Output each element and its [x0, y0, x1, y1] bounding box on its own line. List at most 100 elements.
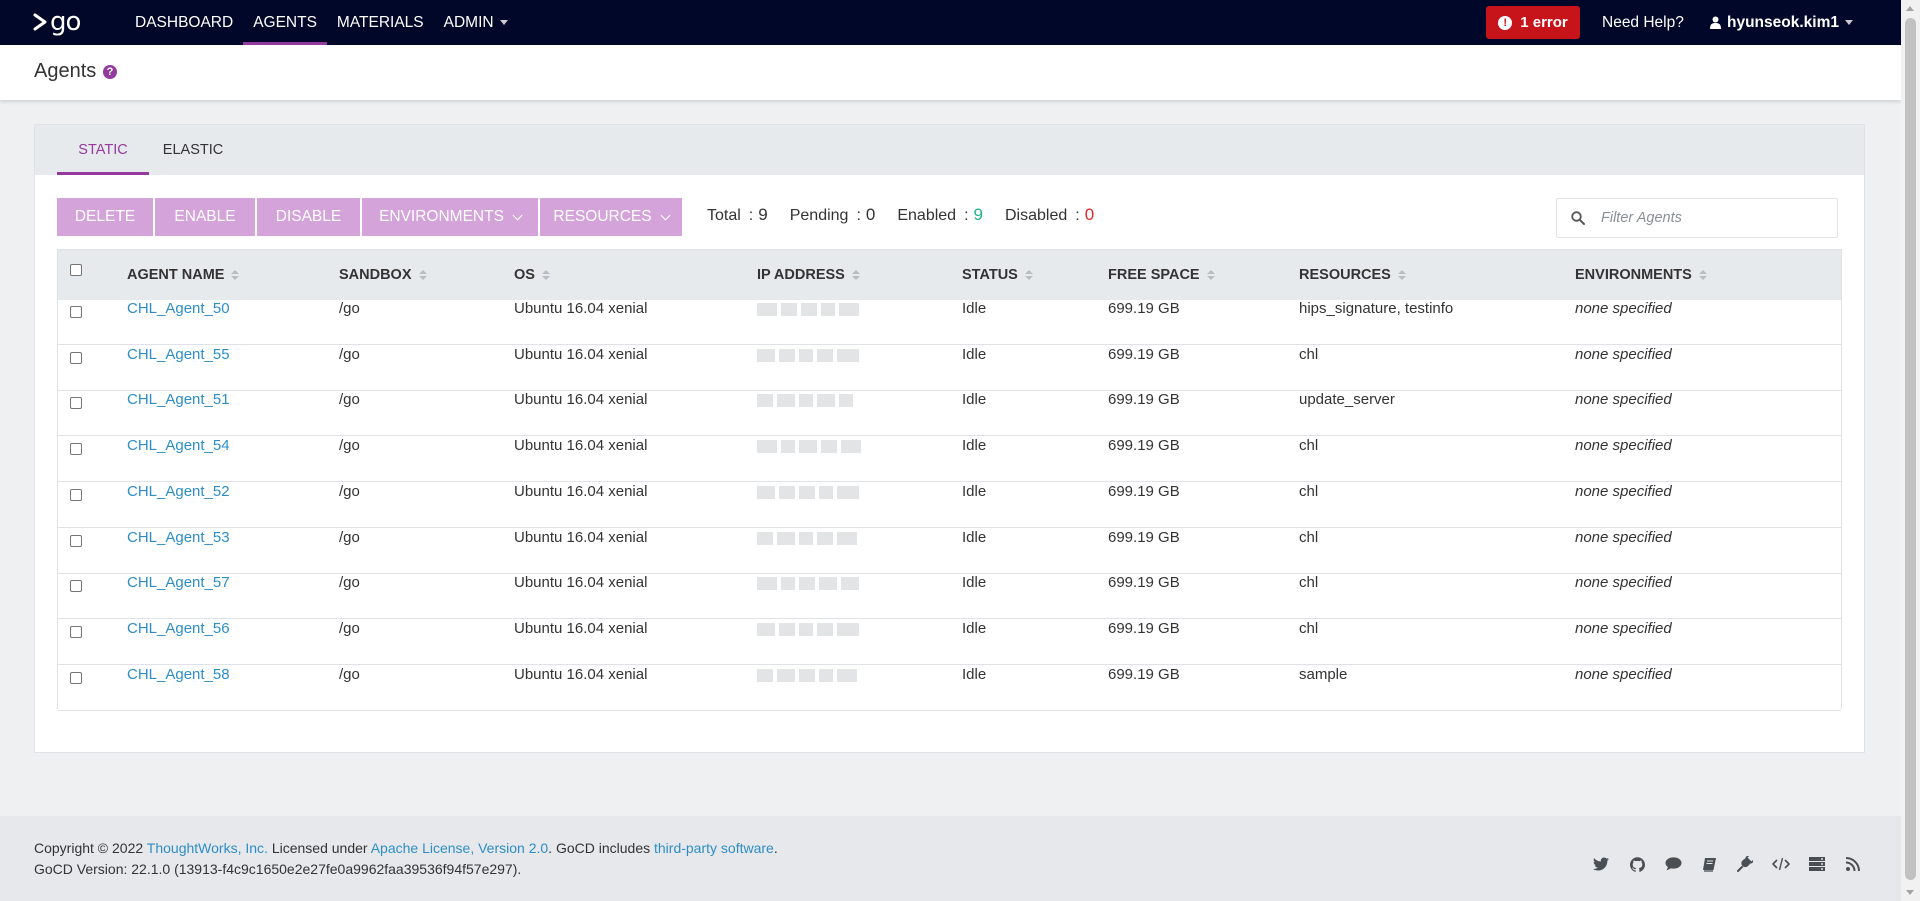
need-help-link[interactable]: Need Help?	[1602, 0, 1684, 45]
col-os-label: OS	[514, 267, 535, 283]
select-all-checkbox[interactable]	[70, 264, 82, 276]
disabled-count: Disabled : 0	[1005, 205, 1094, 229]
delete-button[interactable]: DELETE	[57, 198, 153, 236]
thoughtworks-link[interactable]: ThoughtWorks, Inc.	[147, 840, 268, 856]
user-icon	[1710, 16, 1721, 29]
row-select-checkbox[interactable]	[70, 534, 82, 547]
book-icon[interactable]	[1699, 854, 1719, 874]
tab-elastic[interactable]: ELASTIC	[157, 125, 229, 175]
plugin-icon[interactable]	[1735, 854, 1755, 874]
os-cell: Ubuntu 16.04 xenial	[514, 482, 648, 500]
sandbox-cell: /go	[339, 528, 360, 546]
scroll-up-arrow-icon[interactable]	[1906, 6, 1914, 11]
table-row: CHL_Agent_57/go Ubuntu 16.04 xenial Idle 69…	[58, 574, 1841, 620]
status-cell: Idle	[962, 300, 987, 317]
col-resources[interactable]: RESOURCES	[1299, 250, 1406, 300]
chevron-down-icon	[512, 210, 523, 220]
scroll-thumb[interactable]	[1905, 18, 1916, 880]
agents-panel: STATIC ELASTIC DELETE ENABLE DISABLE ENV…	[34, 124, 1865, 753]
tab-static[interactable]: STATIC	[57, 125, 149, 175]
sort-icon	[1024, 270, 1033, 280]
agent-name-link[interactable]: CHL_Agent_56	[127, 620, 230, 637]
disable-button[interactable]: DISABLE	[257, 198, 360, 236]
nav-agents[interactable]: AGENTS	[243, 0, 327, 45]
col-sandbox[interactable]: SANDBOX	[339, 250, 427, 300]
row-select-checkbox[interactable]	[70, 443, 82, 456]
error-badge-button[interactable]: ! 1 error	[1486, 6, 1580, 39]
copyright-text: Copyright © 2022	[34, 840, 144, 856]
col-status[interactable]: STATUS	[962, 250, 1033, 300]
os-cell: Ubuntu 16.04 xenial	[514, 345, 648, 363]
row-select-checkbox[interactable]	[70, 397, 82, 410]
col-environments-label: ENVIRONMENTS	[1575, 267, 1692, 283]
row-select-checkbox[interactable]	[70, 580, 82, 593]
table-row: CHL_Agent_51/go Ubuntu 16.04 xenial Idle 69…	[58, 391, 1841, 437]
col-agent-name[interactable]: AGENT NAME	[127, 250, 240, 300]
rss-icon[interactable]	[1843, 854, 1863, 874]
footer-period: .	[773, 840, 778, 856]
table-row: CHL_Agent_54/go Ubuntu 16.04 xenial Idle 69…	[58, 437, 1841, 483]
row-select-checkbox[interactable]	[70, 625, 82, 638]
environments-cell: none specified	[1575, 391, 1672, 409]
user-menu[interactable]: hyunseok.kim1	[1710, 0, 1853, 45]
col-environments[interactable]: ENVIRONMENTS	[1575, 250, 1707, 300]
row-select-checkbox[interactable]	[70, 671, 82, 684]
os-cell: Ubuntu 16.04 xenial	[514, 665, 648, 683]
licensed-under-text: Licensed under	[271, 840, 368, 856]
agent-name-link[interactable]: CHL_Agent_55	[127, 346, 230, 363]
os-cell: Ubuntu 16.04 xenial	[514, 437, 648, 455]
status-cell: Idle	[962, 528, 987, 546]
scroll-down-arrow-icon[interactable]	[1906, 890, 1914, 895]
environments-dropdown-button[interactable]: ENVIRONMENTS	[362, 198, 538, 236]
agent-name-link[interactable]: CHL_Agent_54	[127, 437, 230, 454]
nav-dashboard[interactable]: DASHBOARD	[125, 0, 243, 45]
ip-address-redacted	[757, 394, 853, 408]
resources-dropdown-button[interactable]: RESOURCES	[540, 198, 682, 236]
nav-materials-label: MATERIALS	[336, 14, 424, 31]
agents-table: AGENT NAME SANDBOX OS IP ADDRESS STATUS …	[57, 249, 1842, 711]
code-icon[interactable]	[1771, 854, 1791, 874]
separator: :	[856, 207, 861, 224]
col-free-space[interactable]: FREE SPACE	[1108, 250, 1215, 300]
os-cell: Ubuntu 16.04 xenial	[514, 574, 648, 592]
ip-address-redacted	[757, 348, 859, 362]
gocd-logo[interactable]: go	[33, 8, 81, 36]
apache-license-link[interactable]: Apache License, Version 2.0	[371, 840, 548, 856]
bulk-action-buttons: DELETE ENABLE DISABLE ENVIRONMENTS RESOU…	[57, 198, 682, 236]
total-value: 9	[758, 205, 768, 224]
page-header: Agents ?	[0, 45, 1901, 100]
table-row: CHL_Agent_56/go Ubuntu 16.04 xenial Idle 69…	[58, 619, 1841, 665]
agent-name-link[interactable]: CHL_Agent_51	[127, 391, 230, 408]
agent-name-link[interactable]: CHL_Agent_58	[127, 666, 230, 683]
col-ip-address[interactable]: IP ADDRESS	[757, 250, 860, 300]
os-cell: Ubuntu 16.04 xenial	[514, 300, 648, 317]
col-sandbox-label: SANDBOX	[339, 267, 412, 283]
pending-value: 0	[865, 205, 876, 224]
nav-admin[interactable]: ADMIN	[434, 0, 518, 45]
free-space-cell: 699.19 GB	[1108, 482, 1180, 500]
row-select-checkbox[interactable]	[70, 351, 82, 364]
footer-copyright-line: Copyright © 2022 ThoughtWorks, Inc. Lice…	[34, 840, 778, 856]
col-status-label: STATUS	[962, 267, 1018, 283]
twitter-icon[interactable]	[1591, 854, 1611, 874]
col-os[interactable]: OS	[514, 250, 550, 300]
resources-cell: chl	[1299, 574, 1319, 592]
filter-agents-input[interactable]	[1599, 209, 1823, 227]
row-select-checkbox[interactable]	[70, 488, 82, 501]
os-cell: Ubuntu 16.04 xenial	[514, 619, 648, 637]
nav-materials[interactable]: MATERIALS	[327, 0, 434, 45]
agent-name-link[interactable]: CHL_Agent_50	[127, 300, 230, 317]
enable-button[interactable]: ENABLE	[155, 198, 255, 236]
agent-name-link[interactable]: CHL_Agent_53	[127, 529, 230, 546]
sandbox-cell: /go	[339, 391, 360, 409]
help-question-icon[interactable]: ?	[103, 65, 117, 79]
sort-icon	[1698, 270, 1707, 280]
chat-icon[interactable]	[1663, 854, 1683, 874]
row-select-checkbox[interactable]	[70, 306, 82, 318]
server-icon[interactable]	[1807, 854, 1827, 874]
page-scrollbar[interactable]	[1901, 0, 1920, 901]
github-icon[interactable]	[1627, 854, 1647, 874]
agent-name-link[interactable]: CHL_Agent_52	[127, 483, 230, 500]
third-party-software-link[interactable]: third-party software	[654, 840, 774, 856]
agent-name-link[interactable]: CHL_Agent_57	[127, 574, 230, 591]
